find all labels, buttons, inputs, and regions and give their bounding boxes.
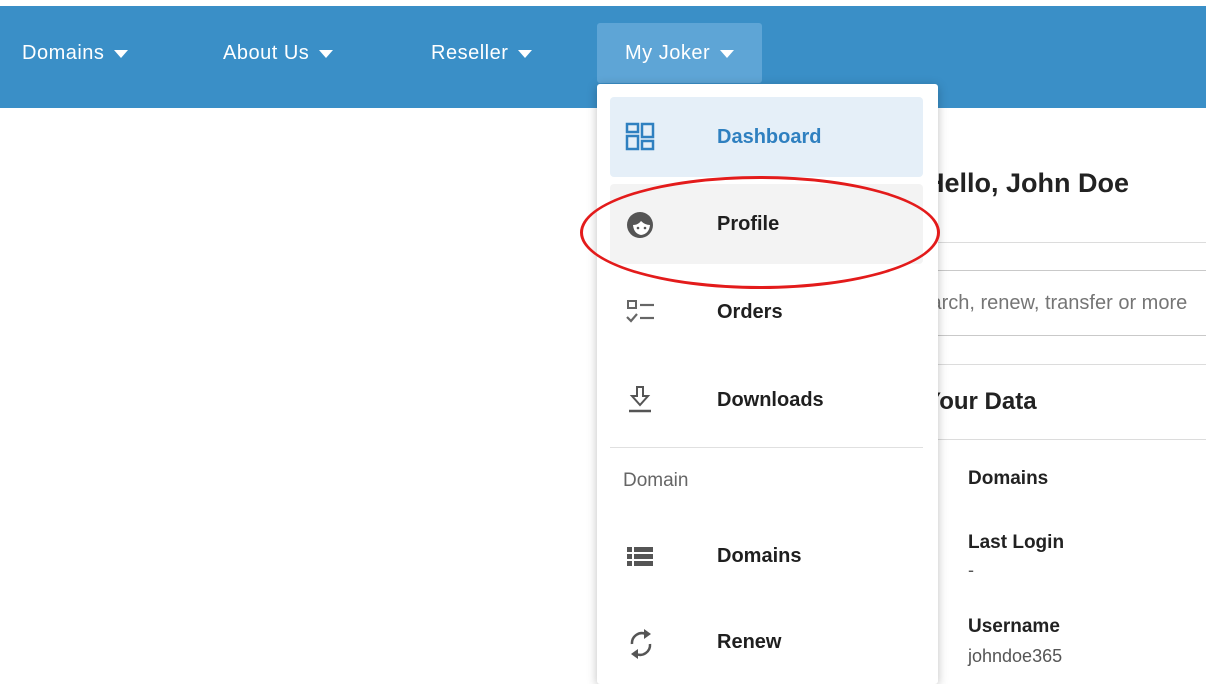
caret-down-icon: [720, 49, 735, 58]
list-icon: [624, 540, 658, 574]
menu-item-domains[interactable]: Domains: [610, 516, 923, 596]
menu-divider: [610, 447, 923, 448]
menu-item-label: Domains: [717, 545, 802, 567]
nav-reseller[interactable]: Reseller: [431, 23, 533, 83]
menu-item-downloads[interactable]: Downloads: [610, 360, 923, 440]
divider: [905, 439, 1206, 440]
my-joker-dropdown: Dashboard Profile Orders Downloads Domai…: [597, 84, 938, 684]
dashboard-icon: [624, 121, 658, 155]
menu-item-label: Dashboard: [717, 126, 822, 148]
search-input[interactable]: [905, 270, 1206, 336]
divider: [905, 242, 1206, 243]
field-username-value: johndoe365: [968, 646, 1063, 666]
menu-item-label: Orders: [717, 301, 783, 323]
caret-down-icon: [518, 49, 533, 58]
field-domains-label: Domains: [968, 468, 1049, 489]
menu-item-renew[interactable]: Renew: [610, 602, 923, 682]
menu-item-label: Downloads: [717, 389, 824, 411]
menu-item-label: Profile: [717, 213, 780, 235]
caret-down-icon: [319, 49, 334, 58]
nav-domains[interactable]: Domains: [22, 23, 129, 83]
caret-down-icon: [114, 49, 129, 58]
field-last-login-value: -: [968, 560, 974, 580]
nav-about-us-label: About Us: [223, 42, 310, 64]
nav-about-us[interactable]: About Us: [223, 23, 334, 83]
nav-my-joker[interactable]: My Joker: [597, 23, 763, 83]
menu-section-domain: Domain: [623, 470, 689, 491]
nav-reseller-label: Reseller: [431, 42, 509, 64]
field-username-label: Username: [968, 616, 1060, 637]
menu-item-label: Renew: [717, 631, 782, 653]
menu-item-profile[interactable]: Profile: [610, 184, 923, 264]
your-data-heading: Your Data: [925, 388, 1037, 415]
greeting-heading: Hello, John Doe: [925, 168, 1130, 198]
divider: [905, 364, 1206, 365]
profile-icon: [624, 208, 658, 242]
nav-domains-label: Domains: [22, 42, 105, 64]
renew-icon: [624, 626, 658, 660]
menu-item-orders[interactable]: Orders: [610, 272, 923, 352]
orders-icon: [624, 296, 658, 330]
field-last-login-label: Last Login: [968, 532, 1065, 553]
nav-my-joker-label: My Joker: [625, 42, 711, 64]
downloads-icon: [624, 384, 658, 418]
menu-item-dashboard[interactable]: Dashboard: [610, 97, 923, 177]
